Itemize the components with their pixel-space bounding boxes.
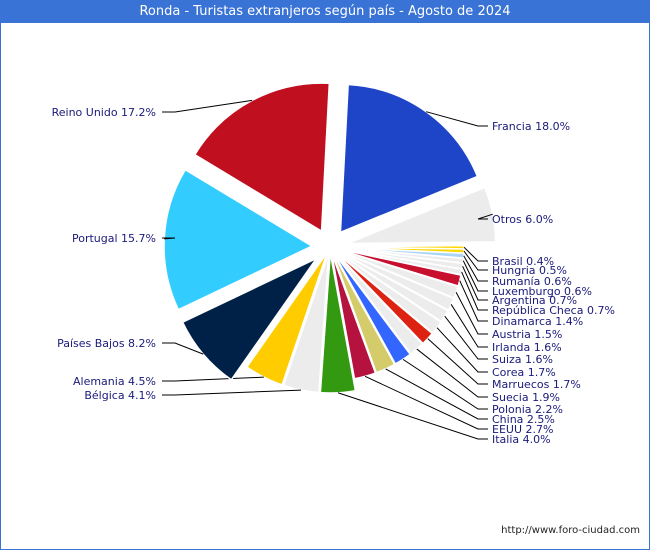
slice-label: Marruecos 1.7% — [492, 378, 581, 391]
source-url[interactable]: http://www.foro-ciudad.com — [501, 525, 640, 536]
slice-label: Países Bajos 8.2% — [57, 337, 156, 350]
leader-line — [463, 246, 488, 262]
leader-line — [416, 348, 488, 398]
slice-label: Dinamarca 1.4% — [492, 315, 583, 328]
leader-line — [337, 392, 488, 440]
leader-line — [385, 368, 488, 420]
pie-chart: Francia 18.0%Otros 6.0%Brasil 0.4%Hungri… — [52, 82, 615, 446]
slice-label: Bélgica 4.1% — [84, 389, 156, 402]
slice-label: Italia 4.0% — [492, 433, 551, 446]
slice-label: Francia 18.0% — [492, 120, 570, 133]
leader-line — [427, 338, 488, 385]
leader-line — [455, 292, 488, 335]
leader-line — [444, 315, 488, 360]
slice-label: Alemania 4.5% — [73, 375, 156, 388]
slice-label: Portugal 15.7% — [72, 232, 156, 245]
slice-label: Suiza 1.6% — [492, 353, 553, 366]
leader-line — [162, 389, 302, 396]
leader-line — [162, 376, 264, 382]
slice-label: Otros 6.0% — [492, 213, 553, 226]
slice-label: Austria 1.5% — [492, 328, 562, 341]
leader-line — [450, 304, 488, 348]
slice-label: Reino Unido 17.2% — [52, 106, 156, 119]
leader-line — [364, 375, 488, 430]
